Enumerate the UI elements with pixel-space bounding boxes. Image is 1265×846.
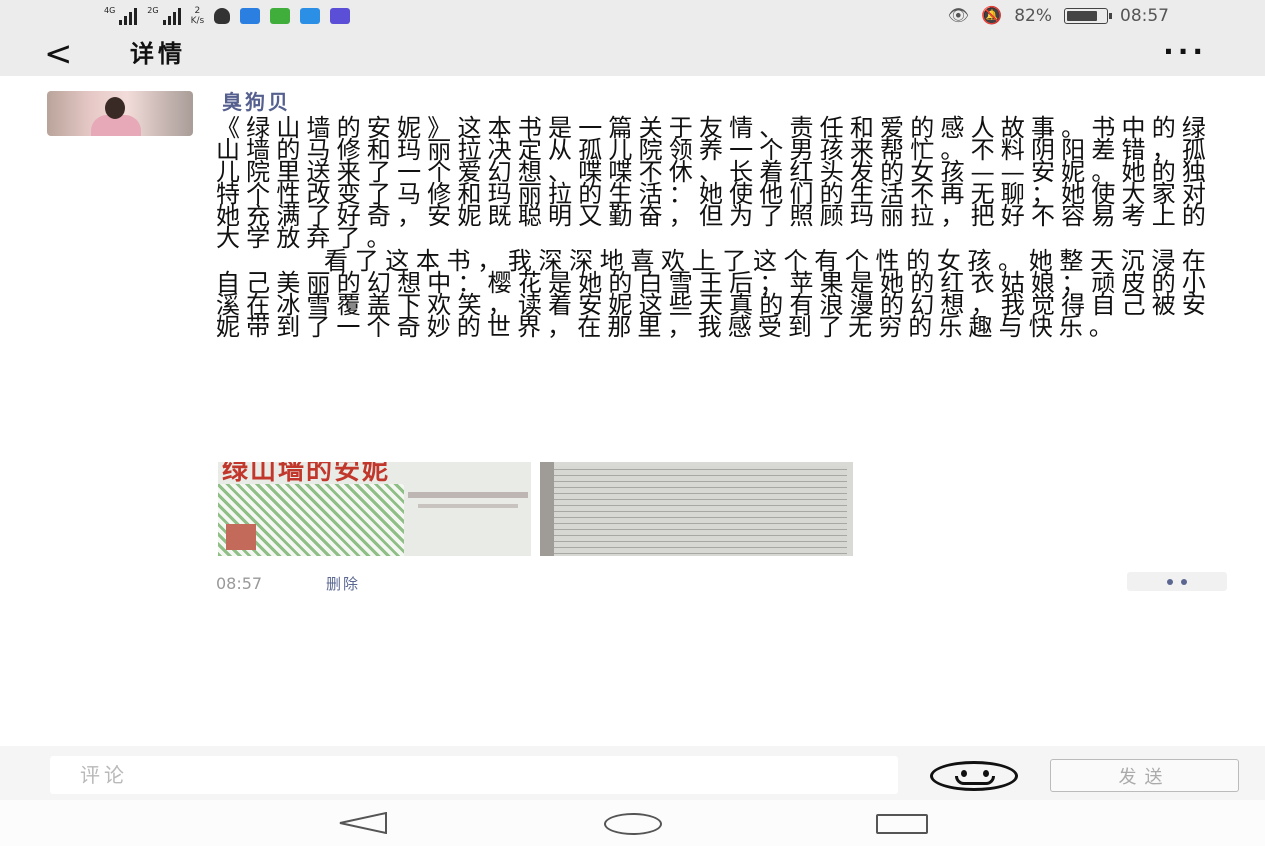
more-options-icon[interactable]: ··· <box>1163 36 1207 68</box>
post-paragraph-1: 《绿山墙的安妮》这本书是一篇关于友情、责任和爱的感人故事。书中的绿山墙的马修和玛… <box>216 114 1212 253</box>
post-photo-book-cover[interactable]: 绿山墙的安妮 <box>218 462 531 556</box>
avatar[interactable] <box>47 91 193 136</box>
battery-percent: 82% <box>1014 6 1052 26</box>
comment-input[interactable] <box>50 756 898 794</box>
app-green-icon <box>270 8 291 24</box>
eye-comfort-icon: 👁 <box>947 6 970 26</box>
signal-4g-icon: 4G <box>104 6 138 25</box>
nav-back-icon[interactable] <box>338 812 388 834</box>
status-left: 4G 2G 2 K/s <box>104 4 351 28</box>
like-comment-button[interactable] <box>1127 572 1227 591</box>
status-bar: 4G 2G 2 K/s 👁 🔕 82% 08:57 <box>0 0 1265 32</box>
post-paragraph-2: 看了这本书，我深深地喜欢上了这个有个性的女孩。她整天沉浸在自己美丽的幻想中：樱花… <box>216 246 1212 341</box>
back-icon[interactable]: < <box>44 34 73 74</box>
emoji-icon[interactable] <box>930 761 1018 791</box>
post-photo-book-page[interactable] <box>540 462 853 556</box>
post-text: 《绿山墙的安妮》这本书是一篇关于友情、责任和爱的感人故事。书中的绿山墙的马修和玛… <box>216 114 1212 341</box>
signal-2g-icon: 2G <box>147 6 181 25</box>
status-time: 08:57 <box>1120 6 1169 26</box>
signal-2g-label: 2G <box>147 6 159 15</box>
nav-recent-apps-icon[interactable] <box>876 814 928 834</box>
mail-icon <box>300 8 321 24</box>
app-purple-icon <box>330 8 351 24</box>
network-speed-value: 2 <box>194 6 201 16</box>
status-right: 👁 🔕 82% 08:57 <box>947 4 1169 28</box>
page-title: 详情 <box>130 39 186 68</box>
system-nav-bar <box>0 800 1265 846</box>
qq-icon <box>214 8 231 24</box>
nav-home-icon[interactable] <box>604 813 662 835</box>
delete-link[interactable]: 删除 <box>326 574 360 594</box>
qq-browser-icon <box>240 8 261 24</box>
post-time: 08:57 <box>216 574 263 593</box>
mute-icon: 🔕 <box>981 6 1003 26</box>
signal-4g-label: 4G <box>104 6 116 15</box>
network-speed: 2 K/s <box>191 6 205 26</box>
network-speed-unit: K/s <box>190 16 205 26</box>
nav-bar: < 详情 ··· <box>0 32 1265 76</box>
comment-bar: 发送 <box>0 746 1265 800</box>
battery-icon <box>1064 8 1112 24</box>
send-button[interactable]: 发送 <box>1050 759 1239 792</box>
more-dot-icon <box>1181 578 1187 585</box>
more-dot-icon <box>1167 578 1173 585</box>
username[interactable]: 臭狗贝 <box>222 89 291 115</box>
post-paragraph-2-text: 看了这本书，我深深地喜欢上了这个有个性的女孩。她整天沉浸在自己美丽的幻想中：樱花… <box>216 246 1212 341</box>
